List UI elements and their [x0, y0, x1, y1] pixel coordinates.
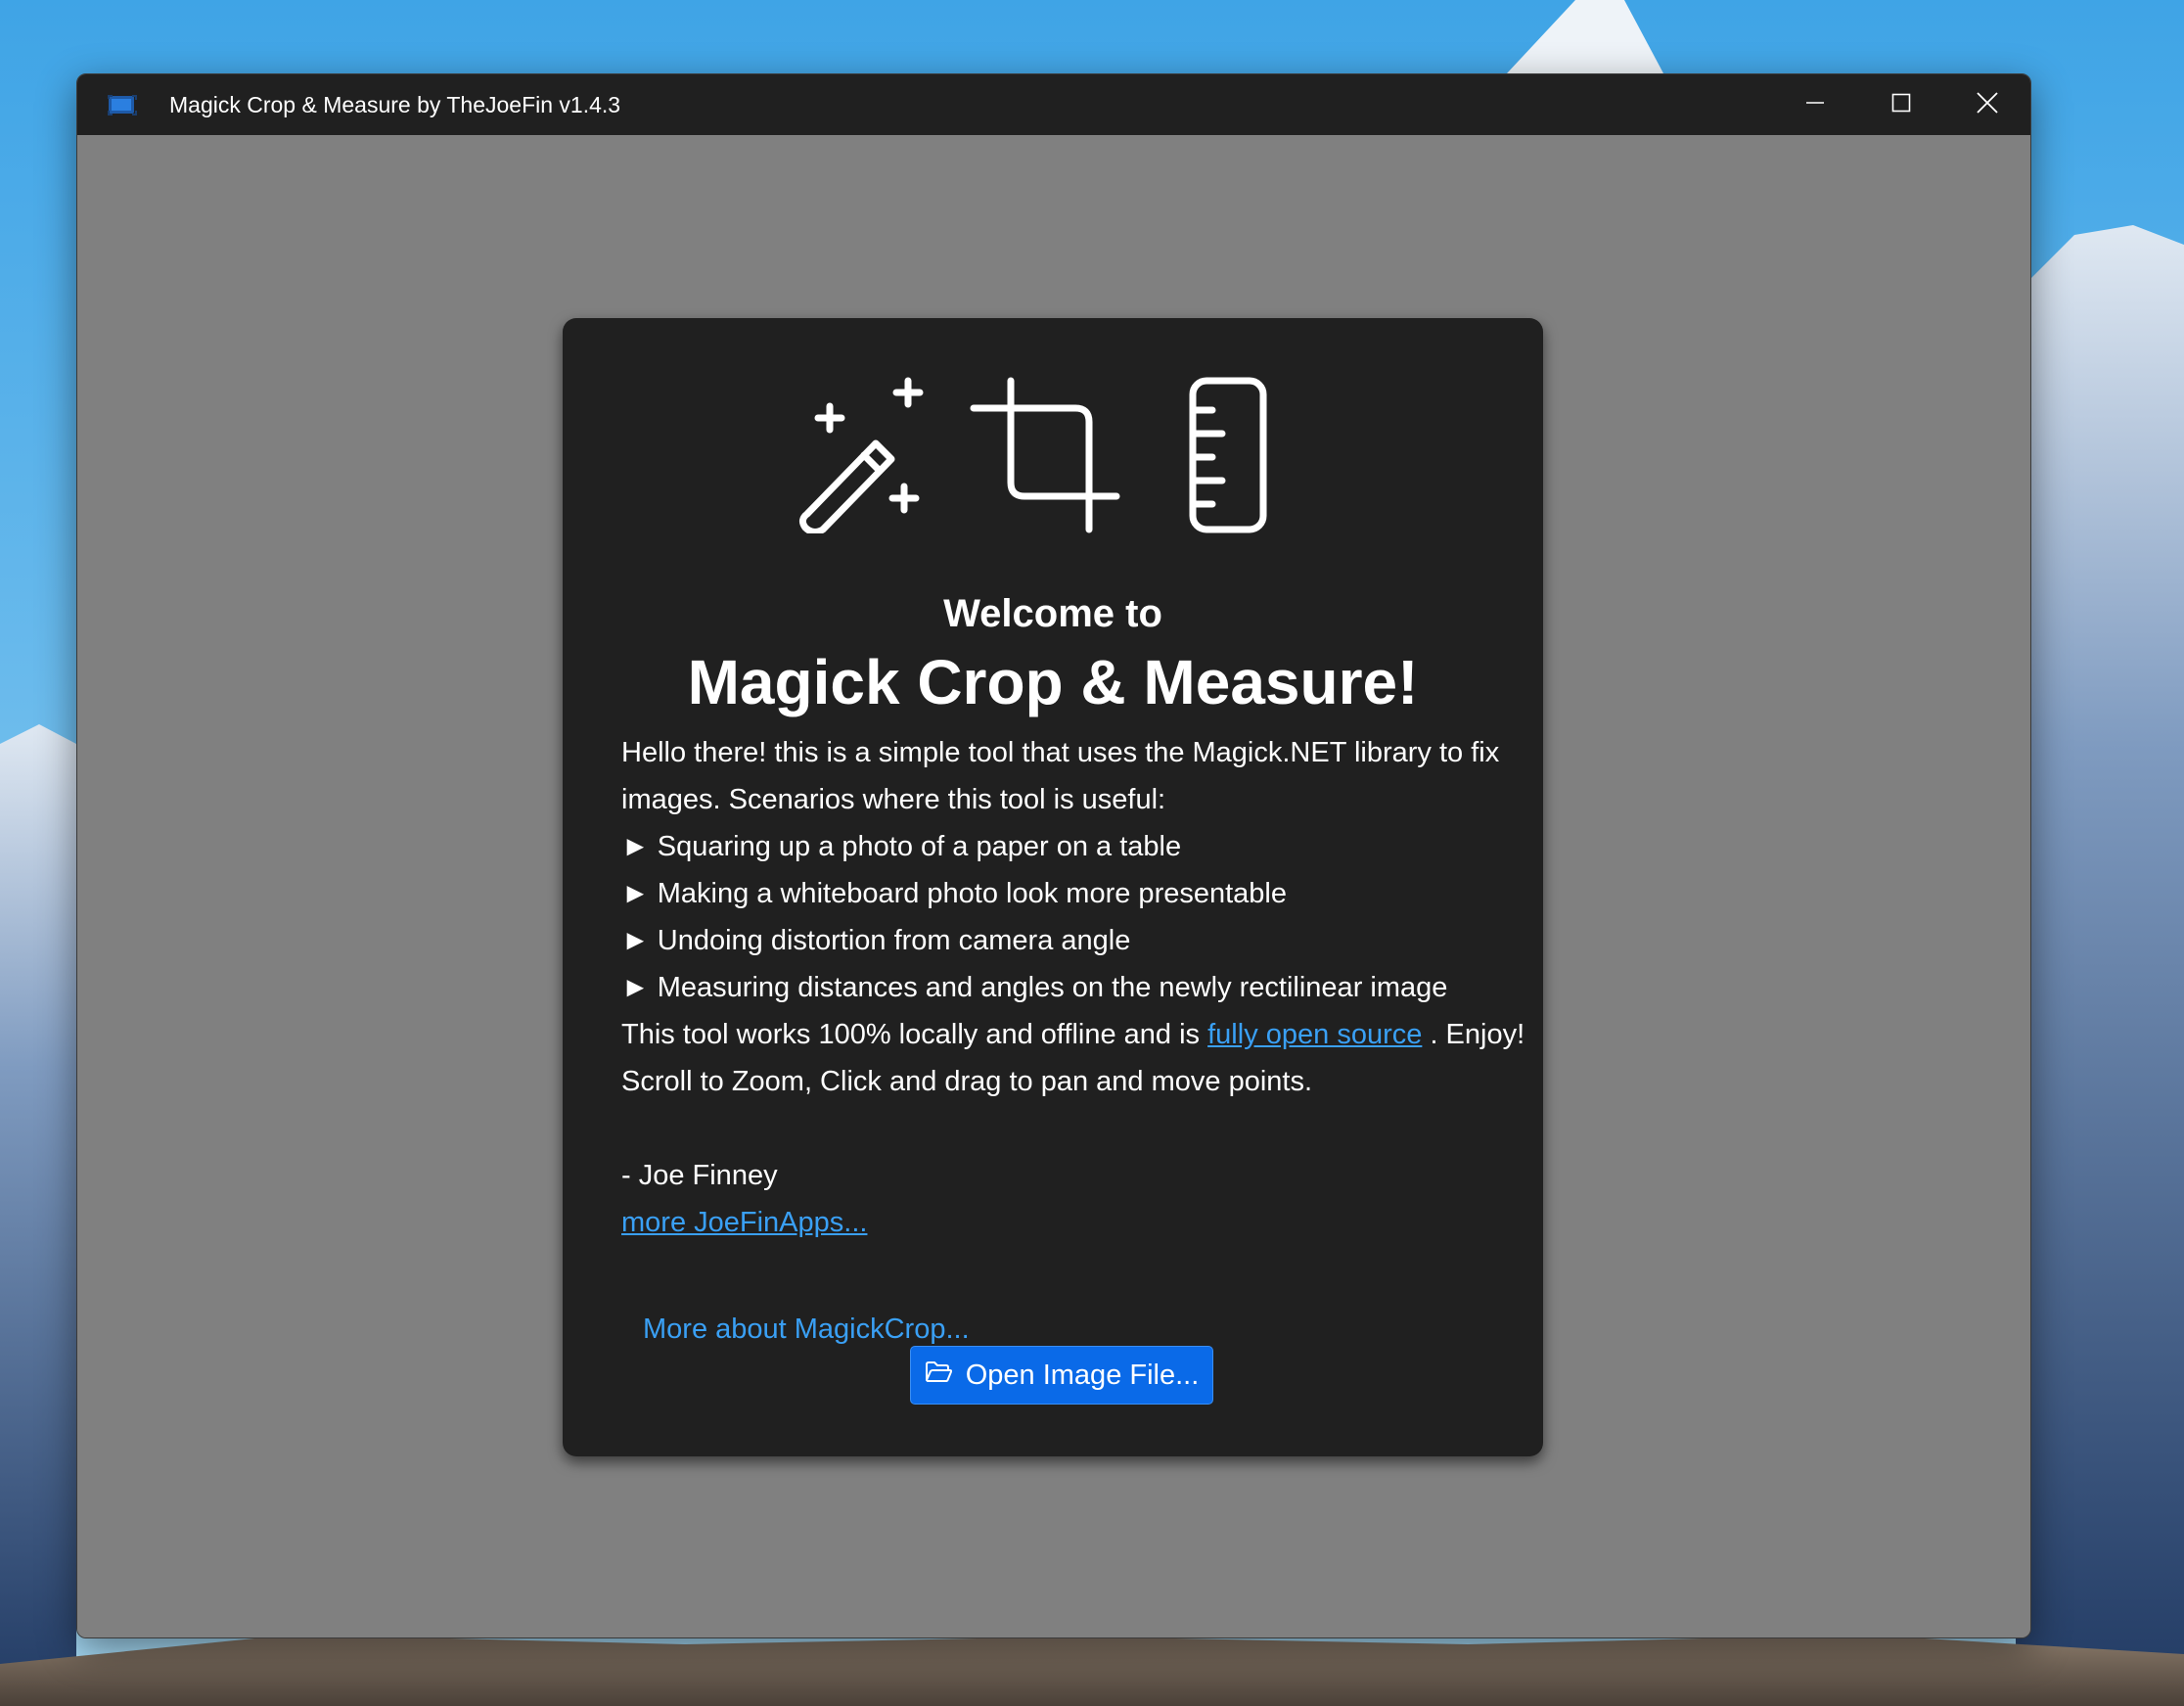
open-image-label: Open Image File... — [965, 1359, 1200, 1391]
welcome-heading: Welcome to — [943, 592, 1162, 635]
title-bar[interactable]: Magick Crop & Measure by TheJoeFin v1.4.… — [77, 74, 2030, 135]
intro-text: Hello there! this is a simple tool that … — [621, 737, 1500, 815]
crop-icon — [970, 377, 1120, 533]
main-content: Welcome to Magick Crop & Measure! Hello … — [77, 135, 2030, 1637]
local-note: This tool works 100% locally and offline… — [621, 1011, 1524, 1058]
close-button[interactable] — [1944, 74, 2030, 135]
window-title: Magick Crop & Measure by TheJoeFin v1.4.… — [169, 92, 621, 117]
close-icon — [1976, 91, 1999, 119]
folder-open-icon — [925, 1360, 952, 1392]
feature-icons — [794, 377, 1273, 533]
minimize-icon — [1804, 92, 1826, 118]
bullet-item: Squaring up a photo of a paper on a tabl… — [621, 823, 1502, 870]
minimize-button[interactable] — [1772, 74, 1858, 135]
maximize-button[interactable] — [1858, 74, 1944, 135]
app-logo-icon — [107, 91, 138, 118]
more-about-link[interactable]: More about MagickCrop... — [643, 1310, 970, 1349]
app-title: Magick Crop & Measure! — [687, 647, 1419, 717]
open-source-link[interactable]: fully open source — [1207, 1019, 1422, 1050]
maximize-icon — [1890, 92, 1912, 118]
app-window: Magick Crop & Measure by TheJoeFin v1.4.… — [76, 73, 2031, 1638]
enjoy-text: . Enjoy! — [1430, 1019, 1525, 1050]
bullet-item: Undoing distortion from camera angle — [621, 917, 1502, 964]
usage-text: Scroll to Zoom, Click and drag to pan an… — [621, 1066, 1313, 1097]
open-image-button[interactable]: Open Image File... — [910, 1346, 1213, 1405]
magic-wand-icon — [798, 377, 924, 533]
local-text: This tool works 100% locally and offline… — [621, 1019, 1201, 1050]
more-apps-link[interactable]: more JoeFinApps... — [621, 1207, 867, 1238]
bullet-item: Making a whiteboard photo look more pres… — [621, 870, 1502, 917]
ruler-icon — [1189, 377, 1267, 533]
bullet-item: Measuring distances and angles on the ne… — [621, 964, 1502, 1011]
signature: - Joe Finney — [621, 1160, 778, 1191]
welcome-card: Welcome to Magick Crop & Measure! Hello … — [563, 318, 1543, 1456]
welcome-body: Hello there! this is a simple tool that … — [621, 729, 1524, 1246]
